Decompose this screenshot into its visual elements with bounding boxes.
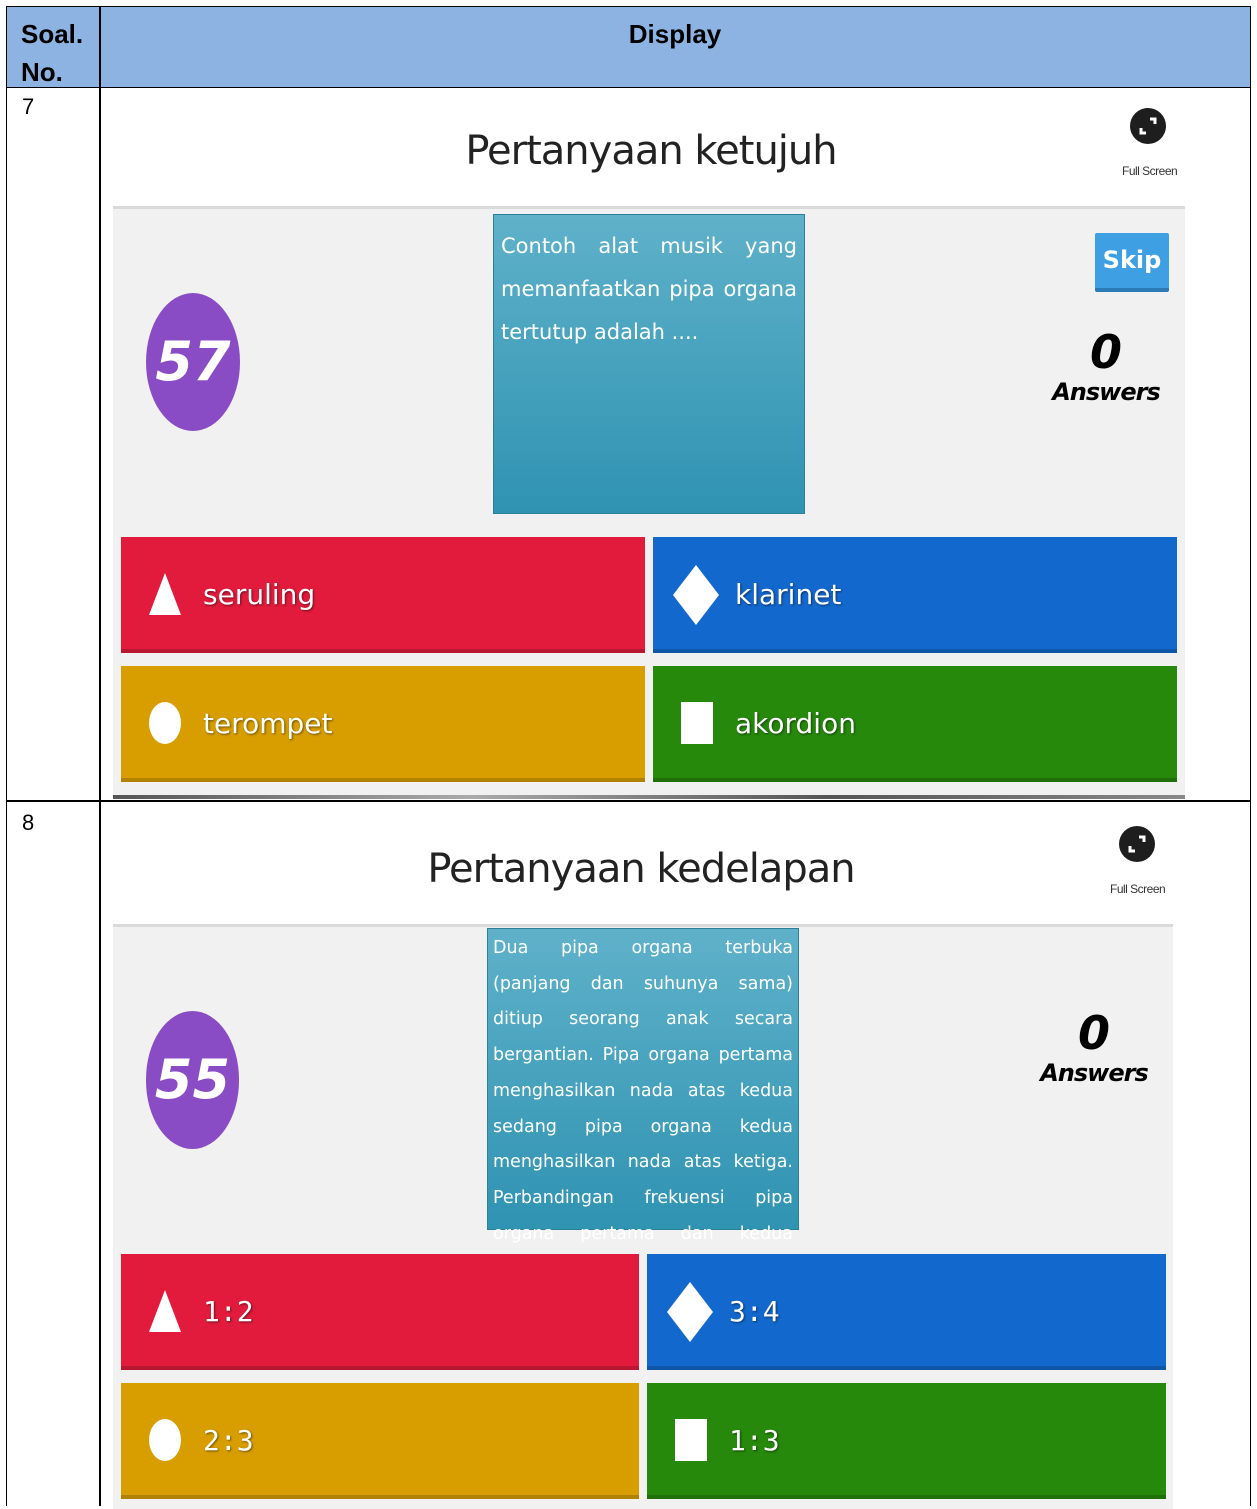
question-text: Dua pipa organa terbuka (panjang dan suh… [493,938,793,1279]
answer-option-label: 2:3 [203,1424,254,1457]
skip-button[interactable]: Skip [1095,233,1169,292]
answer-option-label: terompet [203,707,333,740]
answer-option-label: klarinet [735,578,842,611]
row-number-7: 7 [22,94,35,119]
header-cell-display: Display [100,7,1250,87]
answer-option-diamond[interactable]: klarinet [653,537,1177,653]
answer-option-label: 1:3 [729,1424,780,1457]
header-soal-label: Soal. No. [21,15,83,91]
fullscreen-icon[interactable] [1119,826,1155,862]
table-border-right [1250,6,1251,1506]
answer-option-label: 1:2 [203,1295,254,1328]
answer-option-label: 3:4 [729,1295,780,1328]
question-text-box: Dua pipa organa terbuka (panjang dan suh… [487,928,799,1279]
circle-icon [149,1419,181,1461]
answers-count-value: 0 [1089,325,1122,379]
triangle-icon [149,573,181,615]
triangle-icon [149,1290,181,1332]
countdown-timer: 55 [146,1011,239,1149]
document-table: Soal. No. Display 7 8 Pertanyaan ketujuh… [0,0,1257,1509]
quiz-slide-8: Pertanyaan kedelapan Full Screen 55 Dua … [101,802,1249,1509]
header-cell-soal: Soal. No. [7,7,100,87]
circle-icon [149,702,181,744]
square-icon [681,702,713,744]
answer-option-diamond[interactable]: 3:4 [647,1254,1166,1370]
fullscreen-label[interactable]: Full Screen [1122,164,1178,178]
slide-bottom-edge [113,795,1185,799]
countdown-timer: 57 [146,293,240,431]
question-title: Pertanyaan kedelapan [427,846,855,892]
quiz-slide-7: Pertanyaan ketujuh Full Screen 57 Contoh… [101,88,1249,800]
question-text-box: Contoh alat musik yang memanfaatkan pipa… [493,214,805,514]
header-soal-line2: No. [21,57,63,87]
question-text: Contoh alat musik yang memanfaatkan pipa… [501,234,797,344]
answers-count-value: 0 [1077,1006,1110,1060]
answer-option-triangle[interactable]: 1:2 [121,1254,639,1370]
header-display-label: Display [628,19,722,49]
fullscreen-label[interactable]: Full Screen [1110,882,1166,896]
answers-counter: 0 Answers [1034,1007,1154,1087]
table-border-top [6,6,1251,7]
table-border-left [6,6,7,1506]
answers-count-label: Answers [1052,378,1161,406]
diamond-icon [667,1282,713,1342]
answers-counter: 0 Answers [1046,326,1166,406]
answer-option-circle[interactable]: terompet [121,666,645,782]
fullscreen-icon[interactable] [1130,108,1166,144]
answer-option-circle[interactable]: 2:3 [121,1383,639,1499]
answer-option-label: seruling [203,578,316,611]
answer-option-square[interactable]: 1:3 [647,1383,1166,1499]
question-title: Pertanyaan ketujuh [465,128,837,174]
square-icon [675,1419,707,1461]
answers-count-label: Answers [1040,1059,1149,1087]
diamond-icon [673,565,719,625]
answer-option-square[interactable]: akordion [653,666,1177,782]
answer-option-triangle[interactable]: seruling [121,537,645,653]
header-soal-line1: Soal. [21,19,84,49]
row-number-8: 8 [22,810,35,835]
answer-option-label: akordion [735,707,856,740]
